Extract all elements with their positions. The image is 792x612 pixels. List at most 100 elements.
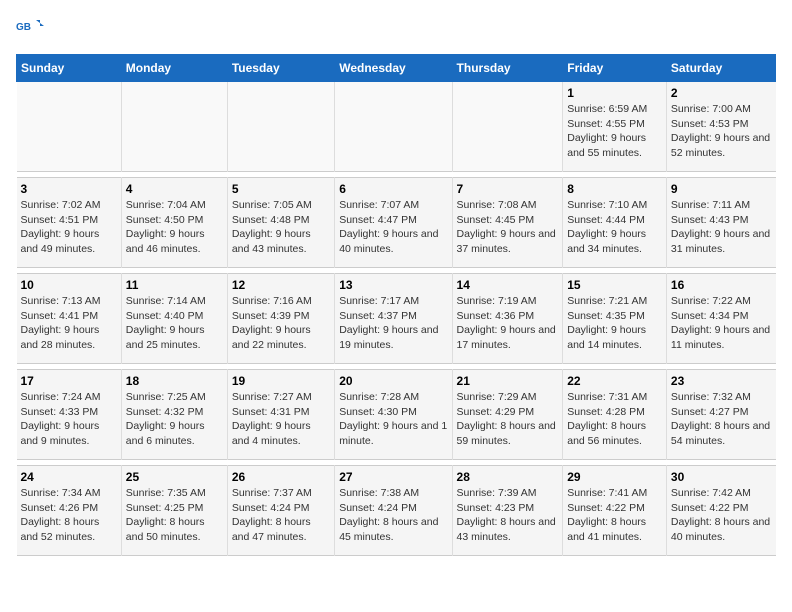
day-cell: 15 Sunrise: 7:21 AMSunset: 4:35 PMDayligh…: [563, 274, 667, 364]
week-row-4: 17 Sunrise: 7:24 AMSunset: 4:33 PMDayligh…: [17, 370, 776, 460]
day-cell: 27 Sunrise: 7:38 AMSunset: 4:24 PMDayligh…: [335, 466, 452, 556]
day-info: Sunrise: 7:34 AMSunset: 4:26 PMDaylight:…: [21, 486, 117, 545]
day-number: 21: [457, 374, 559, 388]
day-number: 29: [567, 470, 662, 484]
day-cell: 18 Sunrise: 7:25 AMSunset: 4:32 PMDayligh…: [121, 370, 227, 460]
day-cell: 7 Sunrise: 7:08 AMSunset: 4:45 PMDaylight…: [452, 178, 563, 268]
day-info: Sunrise: 7:22 AMSunset: 4:34 PMDaylight:…: [671, 294, 772, 353]
day-cell: 16 Sunrise: 7:22 AMSunset: 4:34 PMDayligh…: [666, 274, 775, 364]
day-number: 14: [457, 278, 559, 292]
day-info: Sunrise: 7:11 AMSunset: 4:43 PMDaylight:…: [671, 198, 772, 257]
day-cell: 5 Sunrise: 7:05 AMSunset: 4:48 PMDaylight…: [227, 178, 334, 268]
day-info: Sunrise: 7:39 AMSunset: 4:23 PMDaylight:…: [457, 486, 559, 545]
day-cell: 12 Sunrise: 7:16 AMSunset: 4:39 PMDayligh…: [227, 274, 334, 364]
day-cell: 9 Sunrise: 7:11 AMSunset: 4:43 PMDaylight…: [666, 178, 775, 268]
day-number: 5: [232, 182, 330, 196]
weekday-header-saturday: Saturday: [666, 55, 775, 82]
day-number: 10: [21, 278, 117, 292]
day-info: Sunrise: 7:05 AMSunset: 4:48 PMDaylight:…: [232, 198, 330, 257]
day-info: Sunrise: 7:02 AMSunset: 4:51 PMDaylight:…: [21, 198, 117, 257]
day-number: 17: [21, 374, 117, 388]
day-number: 4: [126, 182, 223, 196]
logo-icon: GB: [16, 16, 44, 44]
day-number: 26: [232, 470, 330, 484]
day-cell: [452, 82, 563, 172]
day-number: 27: [339, 470, 447, 484]
day-cell: 25 Sunrise: 7:35 AMSunset: 4:25 PMDayligh…: [121, 466, 227, 556]
day-cell: 20 Sunrise: 7:28 AMSunset: 4:30 PMDayligh…: [335, 370, 452, 460]
day-info: Sunrise: 6:59 AMSunset: 4:55 PMDaylight:…: [567, 102, 662, 161]
day-info: Sunrise: 7:16 AMSunset: 4:39 PMDaylight:…: [232, 294, 330, 353]
day-number: 16: [671, 278, 772, 292]
day-cell: 23 Sunrise: 7:32 AMSunset: 4:27 PMDayligh…: [666, 370, 775, 460]
day-info: Sunrise: 7:37 AMSunset: 4:24 PMDaylight:…: [232, 486, 330, 545]
day-cell: 6Sunrise: 7:07 AMSunset: 4:47 PMDaylight…: [335, 178, 452, 268]
week-row-1: 1 Sunrise: 6:59 AMSunset: 4:55 PMDaylight…: [17, 82, 776, 172]
day-cell: 14Sunrise: 7:19 AMSunset: 4:36 PMDayligh…: [452, 274, 563, 364]
day-number: 3: [21, 182, 117, 196]
day-info: Sunrise: 7:28 AMSunset: 4:30 PMDaylight:…: [339, 390, 447, 449]
day-info: Sunrise: 7:42 AMSunset: 4:22 PMDaylight:…: [671, 486, 772, 545]
day-number: 23: [671, 374, 772, 388]
weekday-header-thursday: Thursday: [452, 55, 563, 82]
day-info: Sunrise: 7:24 AMSunset: 4:33 PMDaylight:…: [21, 390, 117, 449]
day-info: Sunrise: 7:41 AMSunset: 4:22 PMDaylight:…: [567, 486, 662, 545]
day-cell: [121, 82, 227, 172]
day-info: Sunrise: 7:25 AMSunset: 4:32 PMDaylight:…: [126, 390, 223, 449]
logo: GB: [16, 16, 48, 44]
day-number: 8: [567, 182, 662, 196]
day-cell: 19 Sunrise: 7:27 AMSunset: 4:31 PMDayligh…: [227, 370, 334, 460]
day-number: 30: [671, 470, 772, 484]
day-cell: 17 Sunrise: 7:24 AMSunset: 4:33 PMDayligh…: [17, 370, 122, 460]
day-number: 15: [567, 278, 662, 292]
week-row-3: 10 Sunrise: 7:13 AMSunset: 4:41 PMDayligh…: [17, 274, 776, 364]
weekday-header-friday: Friday: [563, 55, 667, 82]
day-number: 7: [457, 182, 559, 196]
week-row-5: 24 Sunrise: 7:34 AMSunset: 4:26 PMDayligh…: [17, 466, 776, 556]
day-cell: 26 Sunrise: 7:37 AMSunset: 4:24 PMDayligh…: [227, 466, 334, 556]
header: GB: [16, 16, 776, 44]
weekday-header-wednesday: Wednesday: [335, 55, 452, 82]
day-number: 12: [232, 278, 330, 292]
day-info: Sunrise: 7:27 AMSunset: 4:31 PMDaylight:…: [232, 390, 330, 449]
day-info: Sunrise: 7:21 AMSunset: 4:35 PMDaylight:…: [567, 294, 662, 353]
day-info: Sunrise: 7:07 AMSunset: 4:47 PMDaylight:…: [339, 198, 447, 257]
svg-text:GB: GB: [16, 22, 31, 33]
day-cell: 11 Sunrise: 7:14 AMSunset: 4:40 PMDayligh…: [121, 274, 227, 364]
day-cell: 21 Sunrise: 7:29 AMSunset: 4:29 PMDayligh…: [452, 370, 563, 460]
day-number: 19: [232, 374, 330, 388]
day-number: 2: [671, 86, 772, 100]
day-cell: [17, 82, 122, 172]
day-info: Sunrise: 7:17 AMSunset: 4:37 PMDaylight:…: [339, 294, 447, 353]
day-info: Sunrise: 7:08 AMSunset: 4:45 PMDaylight:…: [457, 198, 559, 257]
day-number: 9: [671, 182, 772, 196]
week-row-2: 3 Sunrise: 7:02 AMSunset: 4:51 PMDaylight…: [17, 178, 776, 268]
day-cell: [227, 82, 334, 172]
day-number: 13: [339, 278, 447, 292]
day-cell: 28Sunrise: 7:39 AMSunset: 4:23 PMDayligh…: [452, 466, 563, 556]
day-info: Sunrise: 7:29 AMSunset: 4:29 PMDaylight:…: [457, 390, 559, 449]
day-number: 22: [567, 374, 662, 388]
day-number: 24: [21, 470, 117, 484]
day-number: 1: [567, 86, 662, 100]
day-info: Sunrise: 7:32 AMSunset: 4:27 PMDaylight:…: [671, 390, 772, 449]
day-number: 20: [339, 374, 447, 388]
day-info: Sunrise: 7:35 AMSunset: 4:25 PMDaylight:…: [126, 486, 223, 545]
weekday-header-tuesday: Tuesday: [227, 55, 334, 82]
day-info: Sunrise: 7:13 AMSunset: 4:41 PMDaylight:…: [21, 294, 117, 353]
day-cell: 2 Sunrise: 7:00 AMSunset: 4:53 PMDaylight…: [666, 82, 775, 172]
day-cell: 22 Sunrise: 7:31 AMSunset: 4:28 PMDayligh…: [563, 370, 667, 460]
day-cell: [335, 82, 452, 172]
weekday-header-monday: Monday: [121, 55, 227, 82]
day-info: Sunrise: 7:14 AMSunset: 4:40 PMDaylight:…: [126, 294, 223, 353]
day-info: Sunrise: 7:10 AMSunset: 4:44 PMDaylight:…: [567, 198, 662, 257]
day-info: Sunrise: 7:31 AMSunset: 4:28 PMDaylight:…: [567, 390, 662, 449]
day-info: Sunrise: 7:38 AMSunset: 4:24 PMDaylight:…: [339, 486, 447, 545]
day-cell: 13 Sunrise: 7:17 AMSunset: 4:37 PMDayligh…: [335, 274, 452, 364]
day-info: Sunrise: 7:00 AMSunset: 4:53 PMDaylight:…: [671, 102, 772, 161]
day-number: 11: [126, 278, 223, 292]
day-cell: 1 Sunrise: 6:59 AMSunset: 4:55 PMDaylight…: [563, 82, 667, 172]
day-number: 18: [126, 374, 223, 388]
day-number: 25: [126, 470, 223, 484]
day-info: Sunrise: 7:04 AMSunset: 4:50 PMDaylight:…: [126, 198, 223, 257]
